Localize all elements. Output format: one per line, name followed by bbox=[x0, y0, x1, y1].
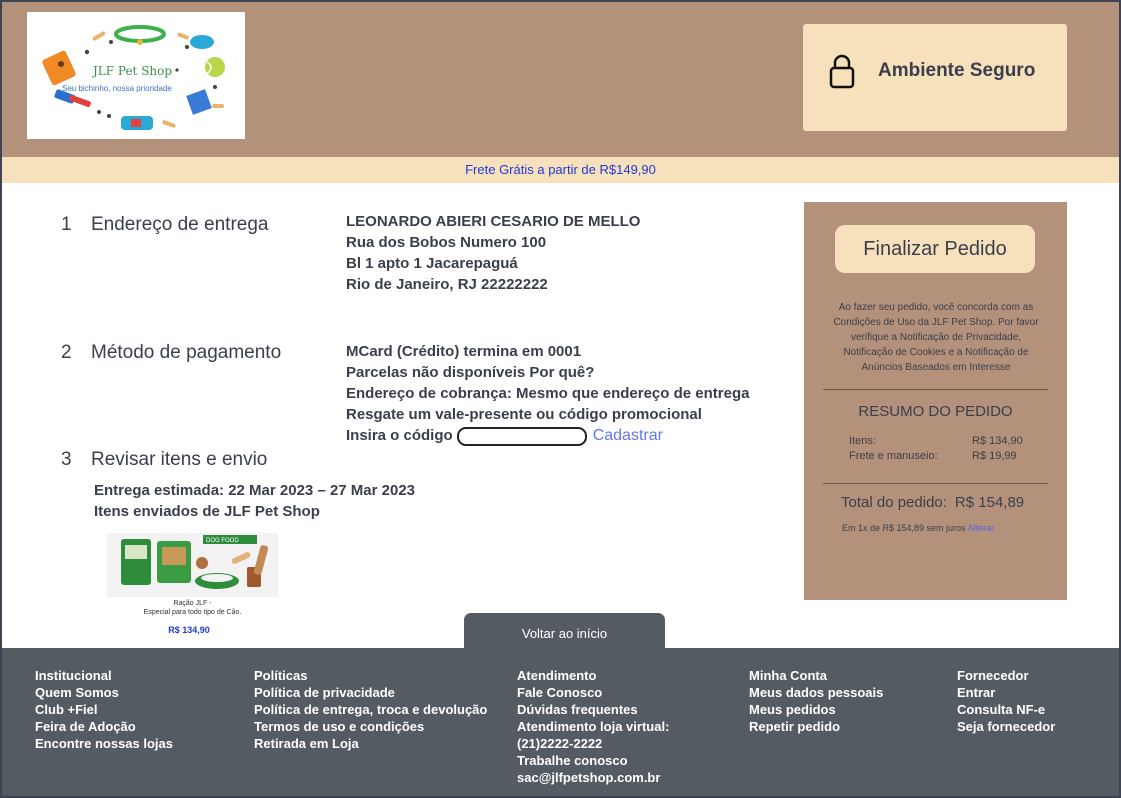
footer-link[interactable]: Consulta NF-e bbox=[957, 701, 1055, 718]
footer-link[interactable]: Retirada em Loja bbox=[254, 735, 487, 752]
product-name: Ração JLF - bbox=[173, 600, 212, 607]
section-title-payment-method: Método de pagamento bbox=[91, 342, 282, 363]
footer-heading[interactable]: Atendimento bbox=[517, 667, 669, 684]
section-number: 1 bbox=[61, 214, 72, 235]
footer-column-atendimento: Atendimento Fale Conosco Dúvidas frequen… bbox=[517, 667, 669, 786]
footer-link[interactable]: Dúvidas frequentes bbox=[517, 701, 669, 718]
logo-tagline: Seu bichinho, nossa prioridade bbox=[62, 84, 172, 93]
terms-notice: Ao fazer seu pedido, você concorda com a… bbox=[833, 302, 1039, 373]
divider bbox=[823, 483, 1048, 484]
site-footer: Institucional Quem Somos Club +Fiel Feir… bbox=[0, 648, 1121, 798]
footer-column-politicas: Políticas Política de privacidade Políti… bbox=[254, 667, 487, 752]
footer-link[interactable]: Entrar bbox=[957, 684, 1055, 701]
back-to-top-button[interactable]: Voltar ao início bbox=[464, 613, 665, 649]
footer-link[interactable]: Termos de uso e condições bbox=[254, 718, 487, 735]
shipping-value: R$ 19,99 bbox=[972, 450, 1017, 462]
product-price: R$ 134,90 bbox=[168, 625, 210, 635]
product-image[interactable]: DOG FOOD bbox=[107, 533, 278, 597]
footer-text: Atendimento loja virtual: bbox=[517, 719, 670, 734]
section-title-review-items: Revisar itens e envio bbox=[91, 449, 268, 470]
section-title-delivery-address: Endereço de entrega bbox=[91, 214, 269, 235]
delivery-address: LEONARDO ABIERI CESARIO DE MELLO Rua dos… bbox=[346, 211, 640, 295]
footer-link[interactable]: Política de entrega, troca e devolução bbox=[254, 701, 487, 718]
section-number: 2 bbox=[61, 342, 72, 363]
order-total-row: Total do pedido: R$ 154,89 bbox=[841, 494, 1024, 511]
footer-link[interactable]: Encontre nossas lojas bbox=[35, 735, 173, 752]
dog-food-product-illustration: DOG FOOD bbox=[121, 535, 269, 589]
lock-icon bbox=[829, 54, 855, 89]
shipping-label: Frete e manuseio: bbox=[849, 450, 938, 462]
change-installment-link[interactable]: Alterar bbox=[968, 523, 995, 533]
promo-code-input[interactable] bbox=[456, 426, 587, 446]
items-label: Itens: bbox=[849, 435, 876, 447]
address-line: Rua dos Bobos Numero 100 bbox=[346, 234, 547, 251]
address-line: Rio de Janeiro, RJ 22222222 bbox=[346, 276, 548, 293]
store-logo[interactable]: JLF Pet Shop Seu bichinho, nossa priorid… bbox=[27, 12, 245, 139]
footer-link[interactable]: Fale Conosco bbox=[517, 684, 669, 701]
footer-link[interactable]: Meus pedidos bbox=[749, 701, 883, 718]
finalize-order-button[interactable]: Finalizar Pedido bbox=[835, 225, 1035, 273]
installment-info: Em 1x de R$ 154,89 sem juros Alterar bbox=[842, 523, 994, 533]
installment-text: Em 1x de R$ 154,89 sem juros bbox=[842, 523, 966, 533]
footer-link[interactable]: Club +Fiel bbox=[35, 701, 173, 718]
estimated-delivery: Entrega estimada: 22 Mar 2023 – 27 Mar 2… bbox=[94, 482, 416, 499]
card-info: MCard (Crédito) termina em 0001 bbox=[346, 343, 582, 360]
product-caption: Ração JLF - Especial para todo tipo de C… bbox=[130, 599, 255, 617]
promo-code-label: Insira o código bbox=[346, 427, 453, 444]
footer-link[interactable]: Trabalhe conosco bbox=[517, 752, 669, 769]
gift-card-prompt: Resgate um vale-presente ou código promo… bbox=[346, 406, 702, 423]
order-summary-title: RESUMO DO PEDIDO bbox=[858, 403, 1013, 420]
footer-link[interactable]: Meus dados pessoais bbox=[749, 684, 883, 701]
footer-column-minha-conta: Minha Conta Meus dados pessoais Meus ped… bbox=[749, 667, 883, 735]
register-code-link[interactable]: Cadastrar bbox=[593, 427, 663, 444]
footer-email[interactable]: sac@jlfpetshop.com.br bbox=[517, 769, 669, 786]
footer-column-fornecedor: Fornecedor Entrar Consulta NF-e Seja for… bbox=[957, 667, 1055, 735]
footer-link[interactable]: Quem Somos bbox=[35, 684, 173, 701]
address-line: Bl 1 apto 1 Jacarepaguá bbox=[346, 255, 518, 272]
footer-phone[interactable]: (21)2222-2222 bbox=[517, 735, 669, 752]
billing-address: Endereço de cobrança: Mesmo que endereço… bbox=[346, 385, 750, 402]
section-number: 3 bbox=[61, 449, 72, 470]
promo-code-row: Insira o código Cadastrar bbox=[346, 425, 749, 446]
footer-link[interactable]: Seja fornecedor bbox=[957, 718, 1055, 735]
secure-environment-badge: Ambiente Seguro bbox=[803, 24, 1067, 131]
installments-info: Parcelas não disponíveis Por quê? bbox=[346, 364, 595, 381]
recipient-name: LEONARDO ABIERI CESARIO DE MELLO bbox=[346, 213, 641, 230]
divider bbox=[823, 389, 1048, 390]
product-description: Especial para todo tipo de Cão. bbox=[143, 609, 242, 616]
footer-link[interactable]: Repetir pedido bbox=[749, 718, 883, 735]
order-total-label: Total do pedido: bbox=[841, 494, 947, 511]
secure-label: Ambiente Seguro bbox=[878, 60, 1036, 81]
footer-column-institucional: Institucional Quem Somos Club +Fiel Feir… bbox=[35, 667, 173, 752]
footer-heading[interactable]: Minha Conta bbox=[749, 667, 883, 684]
free-shipping-banner: Frete Grátis a partir de R$149,90 bbox=[0, 157, 1121, 183]
shipped-by: Itens enviados de JLF Pet Shop bbox=[94, 503, 320, 520]
order-summary-panel: Finalizar Pedido Ao fazer seu pedido, vo… bbox=[804, 202, 1067, 600]
payment-details: MCard (Crédito) termina em 0001 Parcelas… bbox=[346, 341, 749, 446]
footer-heading[interactable]: Fornecedor bbox=[957, 667, 1055, 684]
shipping-details: Entrega estimada: 22 Mar 2023 – 27 Mar 2… bbox=[94, 480, 415, 522]
product-badge: DOG FOOD bbox=[206, 538, 239, 544]
site-header: JLF Pet Shop Seu bichinho, nossa priorid… bbox=[0, 0, 1121, 157]
footer-heading[interactable]: Institucional bbox=[35, 667, 173, 684]
logo-title: JLF Pet Shop bbox=[93, 64, 173, 78]
footer-heading[interactable]: Políticas bbox=[254, 667, 487, 684]
footer-link[interactable]: Política de privacidade bbox=[254, 684, 487, 701]
order-total-value: R$ 154,89 bbox=[954, 494, 1025, 511]
footer-link[interactable]: Feira de Adoção bbox=[35, 718, 173, 735]
items-value: R$ 134,90 bbox=[972, 435, 1023, 447]
